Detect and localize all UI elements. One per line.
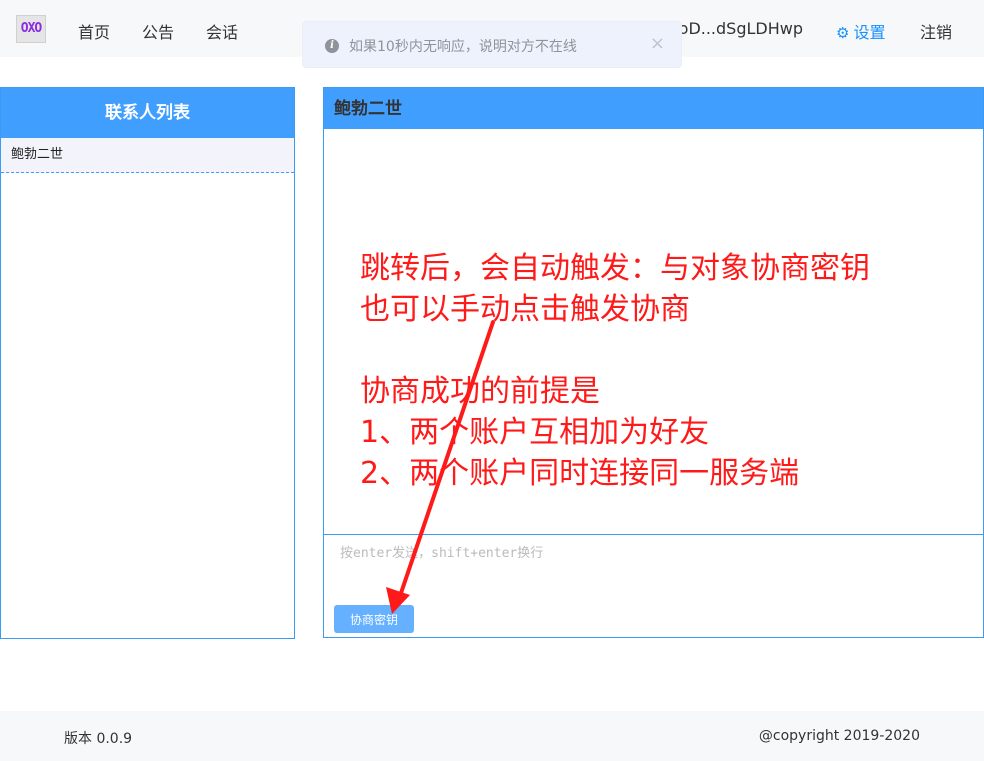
app-logo[interactable]: OXO bbox=[16, 15, 46, 43]
nav-home[interactable]: 首页 bbox=[78, 19, 110, 43]
logout-link[interactable]: 注销 bbox=[920, 19, 952, 43]
contacts-title: 联系人列表 bbox=[1, 88, 294, 138]
chat-panel: 鲍勃二世 协商密钥 bbox=[323, 87, 984, 638]
toast-message: 如果10秒内无响应，说明对方不在线 bbox=[349, 39, 577, 55]
chat-peer-name: 鲍勃二世 bbox=[324, 88, 983, 129]
toast-notification: i 如果10秒内无响应，说明对方不在线 × bbox=[302, 21, 682, 68]
info-icon: i bbox=[325, 39, 339, 53]
negotiate-key-button[interactable]: 协商密钥 bbox=[334, 605, 414, 633]
message-input[interactable] bbox=[338, 540, 958, 600]
gear-icon: ⚙ bbox=[836, 24, 850, 42]
contacts-panel: 联系人列表 鲍勃二世 bbox=[0, 87, 295, 639]
nav-sessions[interactable]: 会话 bbox=[206, 19, 238, 43]
version-label: 版本 0.0.9 bbox=[64, 731, 133, 747]
settings-label: 设置 bbox=[853, 23, 886, 42]
settings-link[interactable]: ⚙ 设置 bbox=[836, 19, 885, 43]
contact-item[interactable]: 鲍勃二世 bbox=[1, 138, 294, 173]
footer: 版本 0.0.9 @copyright 2019-2020 bbox=[0, 711, 984, 761]
copyright-label: @copyright 2019-2020 bbox=[758, 728, 920, 744]
message-area[interactable] bbox=[324, 129, 983, 535]
nav-announcements[interactable]: 公告 bbox=[142, 19, 174, 43]
close-icon[interactable]: × bbox=[650, 33, 665, 54]
